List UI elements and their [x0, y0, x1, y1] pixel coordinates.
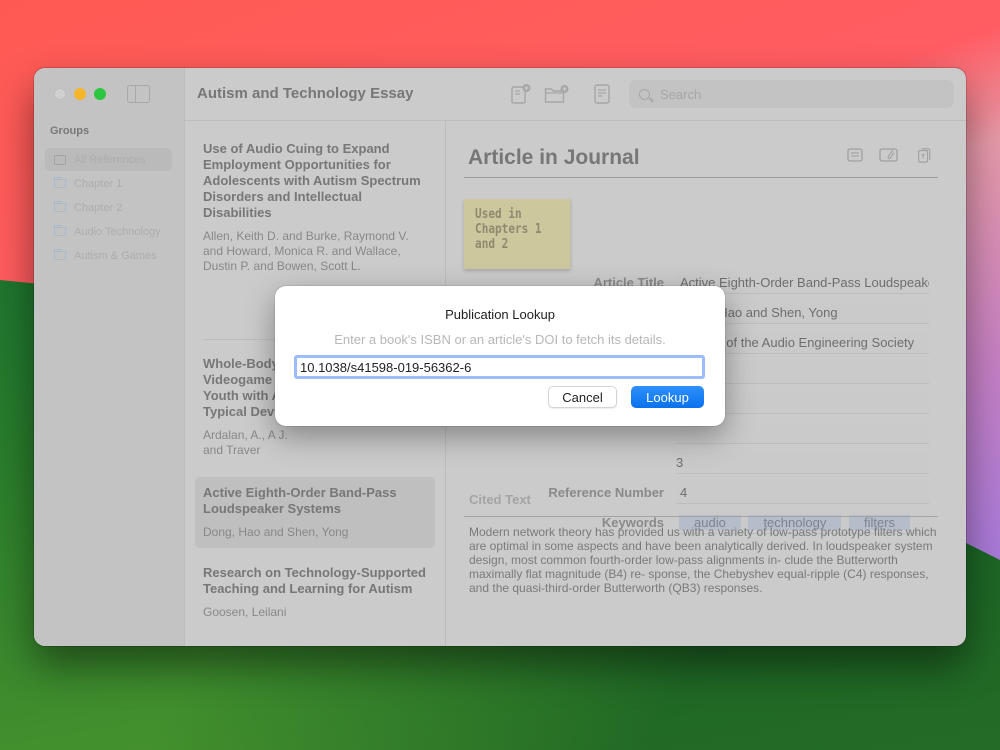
sidebar-item-label: Chapter 1 [74, 177, 123, 190]
detail-field[interactable]: 3 [676, 452, 929, 474]
folder-icon [54, 177, 66, 188]
sidebar: Groups All References Chapter 1 Chapter … [34, 68, 185, 646]
dialog-instructions: Enter a book's ISBN or an article's DOI … [334, 332, 666, 347]
groups-heading: Groups [50, 125, 90, 137]
attachment-icon[interactable] [879, 147, 899, 163]
reference-item[interactable]: Use of Audio Cuing to Expand Employment … [195, 133, 435, 282]
field-label-reference-number: Reference Number [548, 485, 664, 500]
cancel-button[interactable]: Cancel [548, 386, 617, 408]
isbn-doi-input[interactable] [294, 355, 705, 379]
search-icon [639, 88, 650, 100]
new-reference-icon[interactable] [510, 83, 532, 105]
reference-title: Use of Audio Cuing to Expand Employment … [203, 141, 421, 220]
dialog-title: Publication Lookup [445, 307, 555, 322]
sidebar-item-audio-technology[interactable]: Audio Technology [45, 220, 172, 243]
sidebar-item-all-references[interactable]: All References [45, 148, 172, 171]
close-window-button[interactable] [54, 88, 66, 100]
sidebar-toggle-icon[interactable] [127, 85, 150, 103]
reference-type-heading: Article in Journal [468, 146, 640, 169]
new-group-icon[interactable] [544, 83, 570, 105]
sidebar-item-label: Chapter 2 [74, 201, 123, 214]
tray-icon [54, 154, 66, 165]
sticky-note[interactable]: Used in Chapters 1 and 2 [464, 199, 571, 269]
heading-divider [464, 177, 938, 178]
window-title: Autism and Technology Essay [197, 85, 414, 102]
reference-authors: Allen, Keith D. and Burke, Raymond V. an… [203, 229, 409, 273]
export-icon[interactable] [915, 147, 933, 163]
sidebar-item-autism-games[interactable]: Autism & Games [45, 244, 172, 267]
reference-item-selected[interactable]: Active Eighth-Order Band-Pass Loudspeake… [195, 477, 435, 548]
reference-title: Active Eighth-Order Band-Pass Loudspeake… [203, 485, 397, 516]
document-icon[interactable] [591, 83, 613, 105]
folder-icon [54, 225, 66, 236]
sidebar-item-label: Autism & Games [74, 249, 157, 262]
folder-icon [54, 201, 66, 212]
folder-icon [54, 249, 66, 260]
lookup-button[interactable]: Lookup [631, 386, 704, 408]
reference-authors: Goosen, Leilani [203, 605, 287, 619]
reference-number-field[interactable]: 4 [676, 482, 929, 504]
cited-text-heading: Cited Text [469, 492, 531, 507]
search-placeholder: Search [660, 86, 702, 102]
search-field[interactable]: Search [629, 80, 954, 108]
sidebar-item-chapter-2[interactable]: Chapter 2 [45, 196, 172, 219]
sidebar-item-chapter-1[interactable]: Chapter 1 [45, 172, 172, 195]
sidebar-item-label: All References [74, 153, 146, 166]
cited-text-body[interactable]: Modern network theory has provided us wi… [469, 525, 939, 595]
reference-item[interactable]: Research on Technology-Supported Teachin… [195, 557, 435, 628]
reference-authors: Dong, Hao and Shen, Yong [203, 525, 349, 539]
sidebar-item-label: Audio Technology [74, 225, 161, 238]
publication-lookup-dialog: Publication Lookup Enter a book's ISBN o… [275, 286, 725, 426]
minimize-window-button[interactable] [74, 88, 86, 100]
reference-title: Research on Technology-Supported Teachin… [203, 565, 426, 596]
cited-text-divider [464, 516, 938, 517]
reference-authors: Ardalan, A., A J. and Traver [203, 428, 288, 457]
zoom-window-button[interactable] [94, 88, 106, 100]
notes-icon[interactable] [846, 147, 864, 163]
